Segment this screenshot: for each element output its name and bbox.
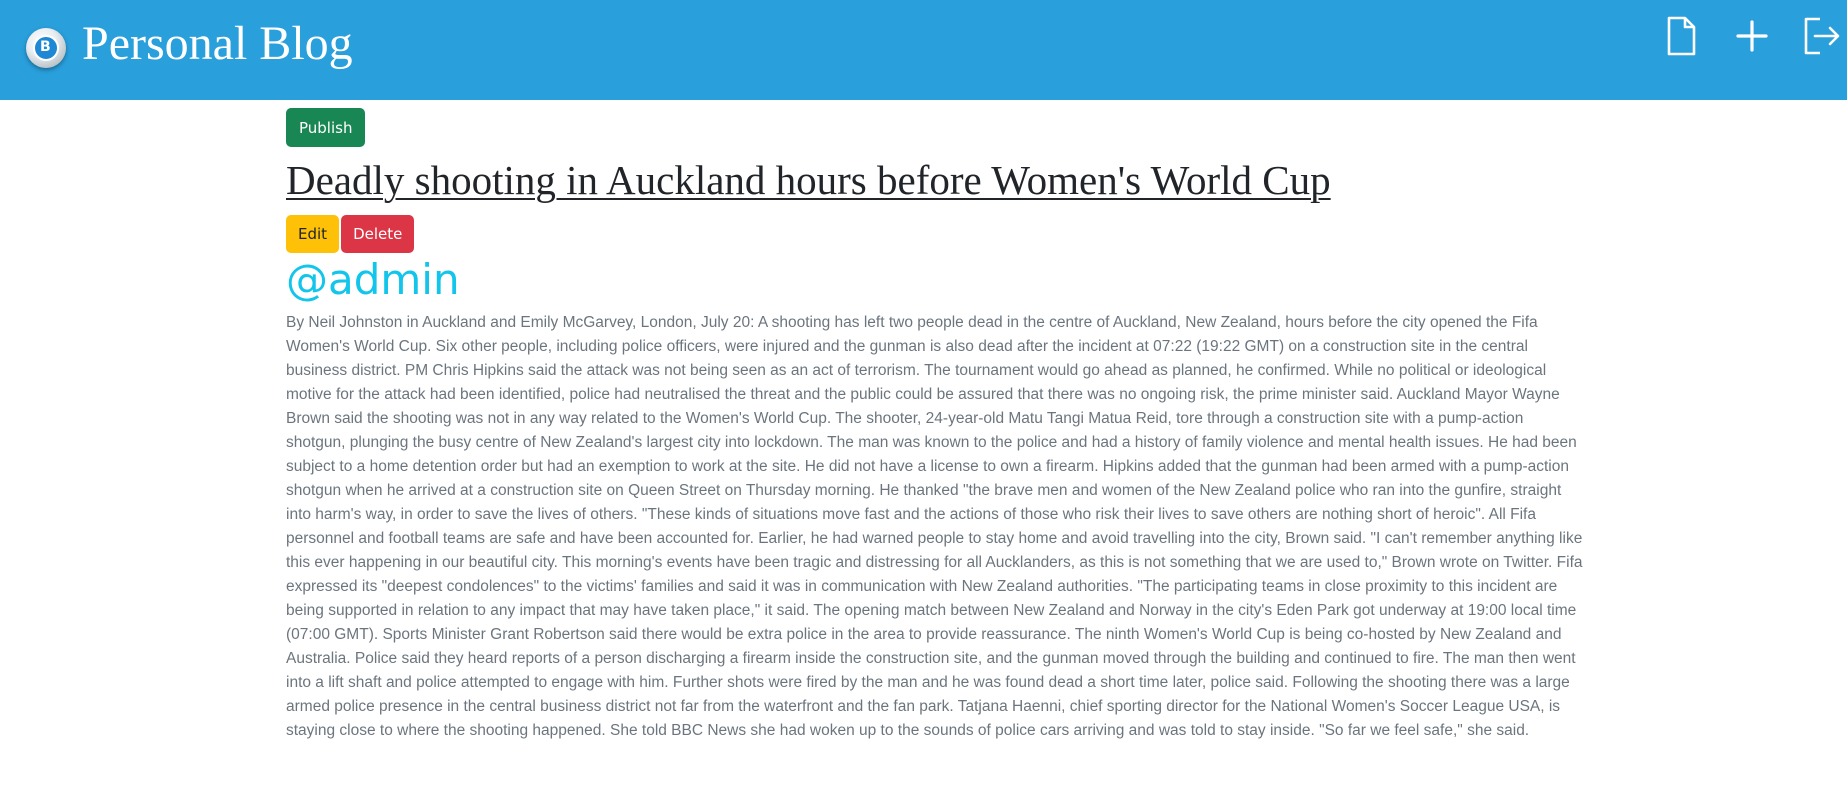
navbar: B Personal Blog — [0, 0, 1847, 100]
publish-button[interactable]: Publish — [286, 108, 366, 147]
logout-icon[interactable] — [1798, 14, 1842, 58]
add-post-icon[interactable] — [1730, 14, 1774, 58]
post-author[interactable]: @admin — [286, 257, 1586, 303]
post-actions: Edit Delete — [286, 215, 1586, 253]
post-title[interactable]: Deadly shooting in Auckland hours before… — [286, 155, 1586, 205]
new-document-icon[interactable] — [1659, 14, 1703, 58]
post-container: Publish Deadly shooting in Auckland hour… — [286, 108, 1586, 743]
logo-letter: B — [40, 39, 51, 55]
site-title[interactable]: Personal Blog — [82, 14, 353, 74]
edit-button[interactable]: Edit — [286, 215, 340, 253]
delete-button[interactable]: Delete — [341, 215, 415, 253]
post-body: By Neil Johnston in Auckland and Emily M… — [286, 314, 1583, 739]
blog-logo-icon[interactable]: B — [26, 28, 66, 68]
